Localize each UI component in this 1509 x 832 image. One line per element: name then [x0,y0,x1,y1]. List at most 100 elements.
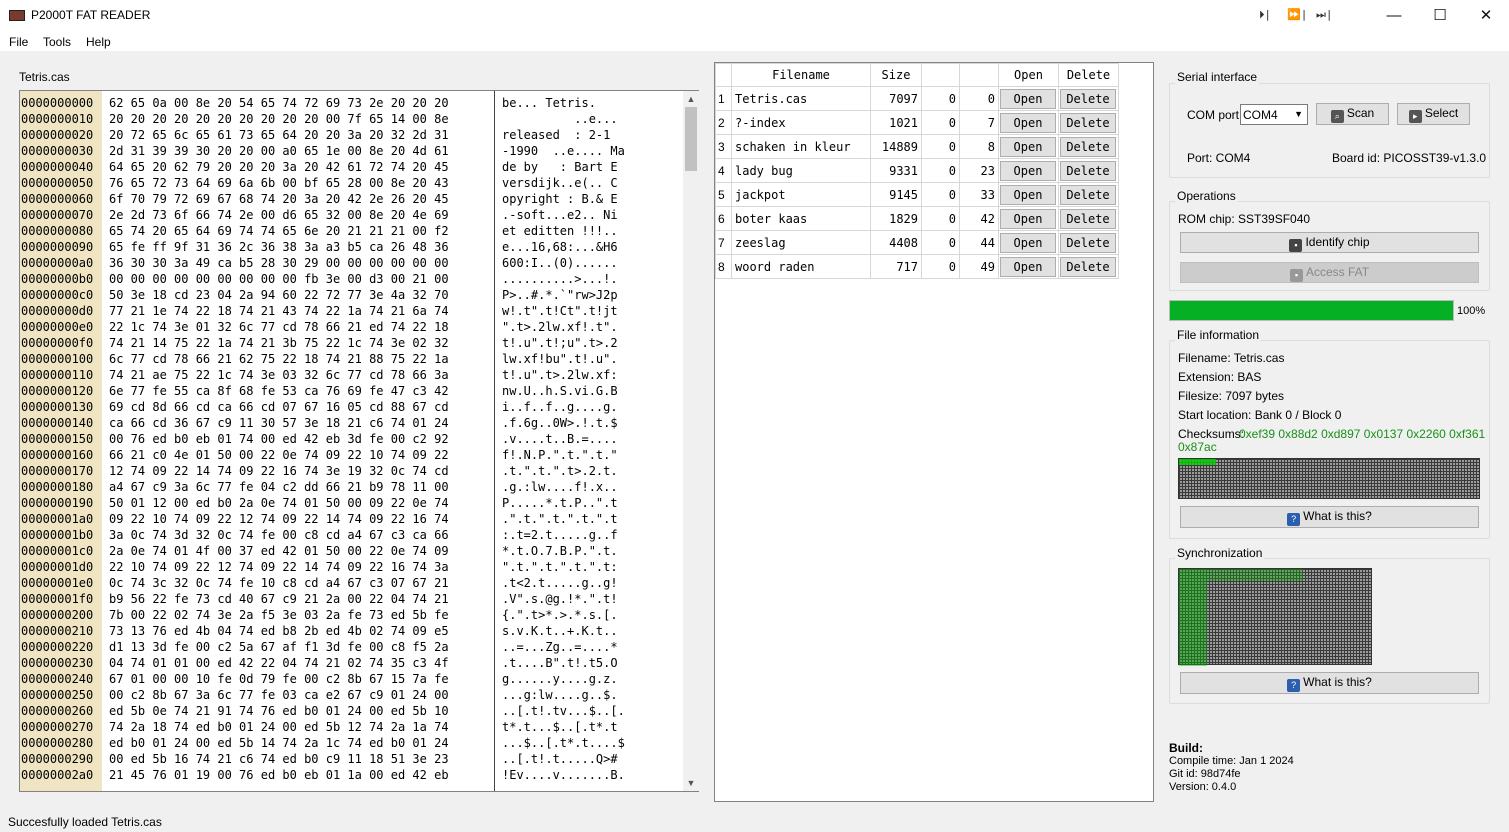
com-port-select[interactable]: COM4 ▼ [1240,104,1308,125]
col-bank[interactable] [921,63,960,87]
file-table: Filename Size Open Delete 1 Tetris.cas 709… [714,62,1154,802]
menu-bar: File Tools Help [0,31,1509,51]
fileinfo-whatis-button[interactable]: ? What is this? [1180,506,1479,528]
identify-chip-button[interactable]: ▪ Identify chip [1180,232,1479,253]
step-icon[interactable]: ⏵| [1257,8,1273,22]
open-button[interactable]: Open [1000,160,1056,181]
table-row[interactable]: 6 boter kaas 1829 0 42 Open Delete [715,206,1119,231]
table-row[interactable]: 5 jackpot 9145 0 33 Open Delete [715,182,1119,207]
scroll-thumb[interactable] [685,107,697,171]
progress-fill [1170,301,1453,320]
sync-whatis-button[interactable]: ? What is this? [1180,672,1479,694]
chip-icon: ▪ [1289,239,1303,252]
info-start-location: Start location: Bank 0 / Block 0 [1178,408,1342,422]
open-button[interactable]: Open [1000,112,1056,133]
row-action-cell: Open [998,110,1059,135]
delete-button[interactable]: Delete [1060,136,1116,157]
table-row[interactable]: 2 ?-index 1021 0 7 Open Delete [715,110,1119,135]
open-button[interactable]: Open [1000,136,1056,157]
minimize-button[interactable]: — [1371,0,1417,31]
row-filename: zeeslag [731,230,871,255]
help-icon: ? [1287,679,1301,692]
select-icon: ▸ [1408,110,1422,123]
com-port-label: COM port [1187,108,1240,122]
col-block[interactable] [959,63,999,87]
row-bank: 0 [921,110,960,135]
row-index: 5 [715,182,732,207]
table-row[interactable]: 3 schaken in kleur 14889 0 8 Open Delete [715,134,1119,159]
delete-button[interactable]: Delete [1060,184,1116,205]
row-action-cell: Delete [1058,230,1119,255]
row-block: 0 [959,86,999,111]
ascii-column[interactable]: be... Tetris. ..e... released : 2-1 -199… [502,95,625,783]
disk-icon: ▪ [1289,269,1303,282]
row-action-cell: Open [998,230,1059,255]
delete-button[interactable]: Delete [1060,160,1116,181]
table-header: Filename Size Open Delete [715,63,1119,87]
scroll-down-icon[interactable]: ▼ [683,775,699,791]
hex-file-label: Tetris.cas [19,70,70,84]
table-row[interactable]: 4 lady bug 9331 0 23 Open Delete [715,158,1119,183]
select-button[interactable]: ▸ Select [1397,103,1470,125]
fast-forward-icon[interactable]: ⏩| [1287,8,1307,22]
close-button[interactable]: ✕ [1463,0,1509,31]
table-row[interactable]: 1 Tetris.cas 7097 0 0 Open Delete [715,86,1119,111]
row-filename: lady bug [731,158,871,183]
info-checksums-label: Checksums: [1178,427,1245,441]
window-title: P2000T FAT READER [31,8,151,22]
maximize-button[interactable]: ☐ [1417,0,1463,31]
col-filename[interactable]: Filename [731,63,871,87]
hex-scrollbar[interactable]: ▲ ▼ [683,91,699,791]
row-bank: 0 [921,182,960,207]
delete-button[interactable]: Delete [1060,256,1116,277]
row-index: 8 [715,254,732,279]
row-size: 4408 [870,230,922,255]
delete-button[interactable]: Delete [1060,88,1116,109]
row-filename: ?-index [731,110,871,135]
delete-button[interactable]: Delete [1060,208,1116,229]
board-id: Board id: PICOSST39-v1.3.0 [1332,151,1487,165]
block-map [1178,458,1480,499]
com-port-value: COM4 [1243,108,1278,122]
open-button[interactable]: Open [1000,88,1056,109]
info-filename: Filename: Tetris.cas [1178,351,1285,365]
row-bank: 0 [921,86,960,111]
open-button[interactable]: Open [1000,256,1056,277]
row-filename: Tetris.cas [731,86,871,111]
row-action-cell: Delete [1058,134,1119,159]
row-bank: 0 [921,230,960,255]
info-filesize: Filesize: 7097 bytes [1178,389,1285,403]
search-icon: ⌕ [1330,110,1344,123]
scan-button[interactable]: ⌕ Scan [1316,103,1389,125]
menu-tools[interactable]: Tools [43,35,71,49]
open-button[interactable]: Open [1000,208,1056,229]
open-button[interactable]: Open [1000,184,1056,205]
menu-help[interactable]: Help [86,35,111,49]
help-icon: ? [1287,513,1301,526]
col-size[interactable]: Size [870,63,922,87]
row-size: 1021 [870,110,922,135]
open-button[interactable]: Open [1000,232,1056,253]
skip-end-icon[interactable]: ⏭| [1316,8,1333,22]
delete-button[interactable]: Delete [1060,112,1116,133]
row-action-cell: Delete [1058,206,1119,231]
row-block: 33 [959,182,999,207]
row-size: 7097 [870,86,922,111]
table-row[interactable]: 7 zeeslag 4408 0 44 Open Delete [715,230,1119,255]
table-row[interactable]: 8 woord raden 717 0 49 Open Delete [715,254,1119,279]
hex-viewer[interactable]: 0000000000 0000000010 0000000020 0000000… [19,90,699,792]
hex-bytes[interactable]: 62 65 0a 00 8e 20 54 65 74 72 69 73 2e 2… [109,95,449,783]
sync-map-used-top [1207,569,1303,581]
rom-chip: ROM chip: SST39SF040 [1178,212,1311,226]
row-block: 23 [959,158,999,183]
row-size: 14889 [870,134,922,159]
row-action-cell: Delete [1058,254,1119,279]
row-index: 1 [715,86,732,111]
scroll-up-icon[interactable]: ▲ [683,91,699,107]
access-fat-button[interactable]: ▪ Access FAT [1180,262,1479,283]
info-checksums-line1: 0xef39 0x88d2 0xd897 0x0137 0x2260 0xf36… [1239,427,1486,441]
menu-file[interactable]: File [9,35,28,49]
row-index: 4 [715,158,732,183]
col-index [715,63,732,87]
delete-button[interactable]: Delete [1060,232,1116,253]
